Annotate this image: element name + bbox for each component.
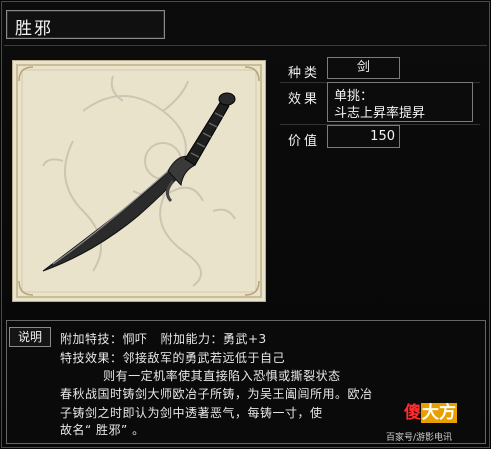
watermark-logo: 傻大方	[404, 398, 457, 423]
sword-blade	[42, 160, 186, 272]
item-title-box: 胜邪	[6, 10, 165, 39]
sword-pommel	[218, 92, 236, 106]
watermark-logo-part2: 大方	[421, 403, 457, 423]
price-value: 150	[370, 129, 395, 144]
sword-handle	[184, 100, 230, 166]
description-line: 特技效果：邻接敌军的勇武若远低于自己	[60, 351, 286, 365]
description-line: 子铸剑之时即认为剑中透著恶气，每铸一寸，使	[60, 406, 323, 420]
description-tag: 说明	[9, 327, 51, 347]
type-value: 剑	[356, 60, 370, 75]
type-label: 种类	[288, 66, 321, 81]
effect-line-2: 斗志上昇率提昇	[334, 106, 426, 121]
header-divider	[4, 45, 487, 46]
price-label: 价值	[288, 134, 321, 149]
effect-label: 效果	[288, 92, 321, 107]
price-value-box: 150	[327, 125, 400, 148]
watermark-caption: 百家号/游影电讯	[386, 433, 453, 443]
description-line: 则有一定机率使其直接陷入恐惧或撕裂状态	[60, 369, 341, 383]
item-title: 胜邪	[15, 19, 53, 39]
description-line: 故名“ 胜邪” 。	[60, 423, 145, 437]
effect-value-box: 单挑： 斗志上昇率提昇	[327, 82, 473, 122]
description-line: 春秋战国时铸剑大师欧冶子所铸，为吴王阖闾所用。欧冶	[60, 387, 373, 401]
watermark-logo-part1: 傻	[404, 403, 421, 423]
description-line: 附加特技：恫吓 附加能力：勇武+3	[60, 332, 267, 346]
type-value-box: 剑	[327, 57, 400, 79]
item-image-panel	[12, 60, 266, 302]
sword-illustration	[16, 64, 262, 298]
